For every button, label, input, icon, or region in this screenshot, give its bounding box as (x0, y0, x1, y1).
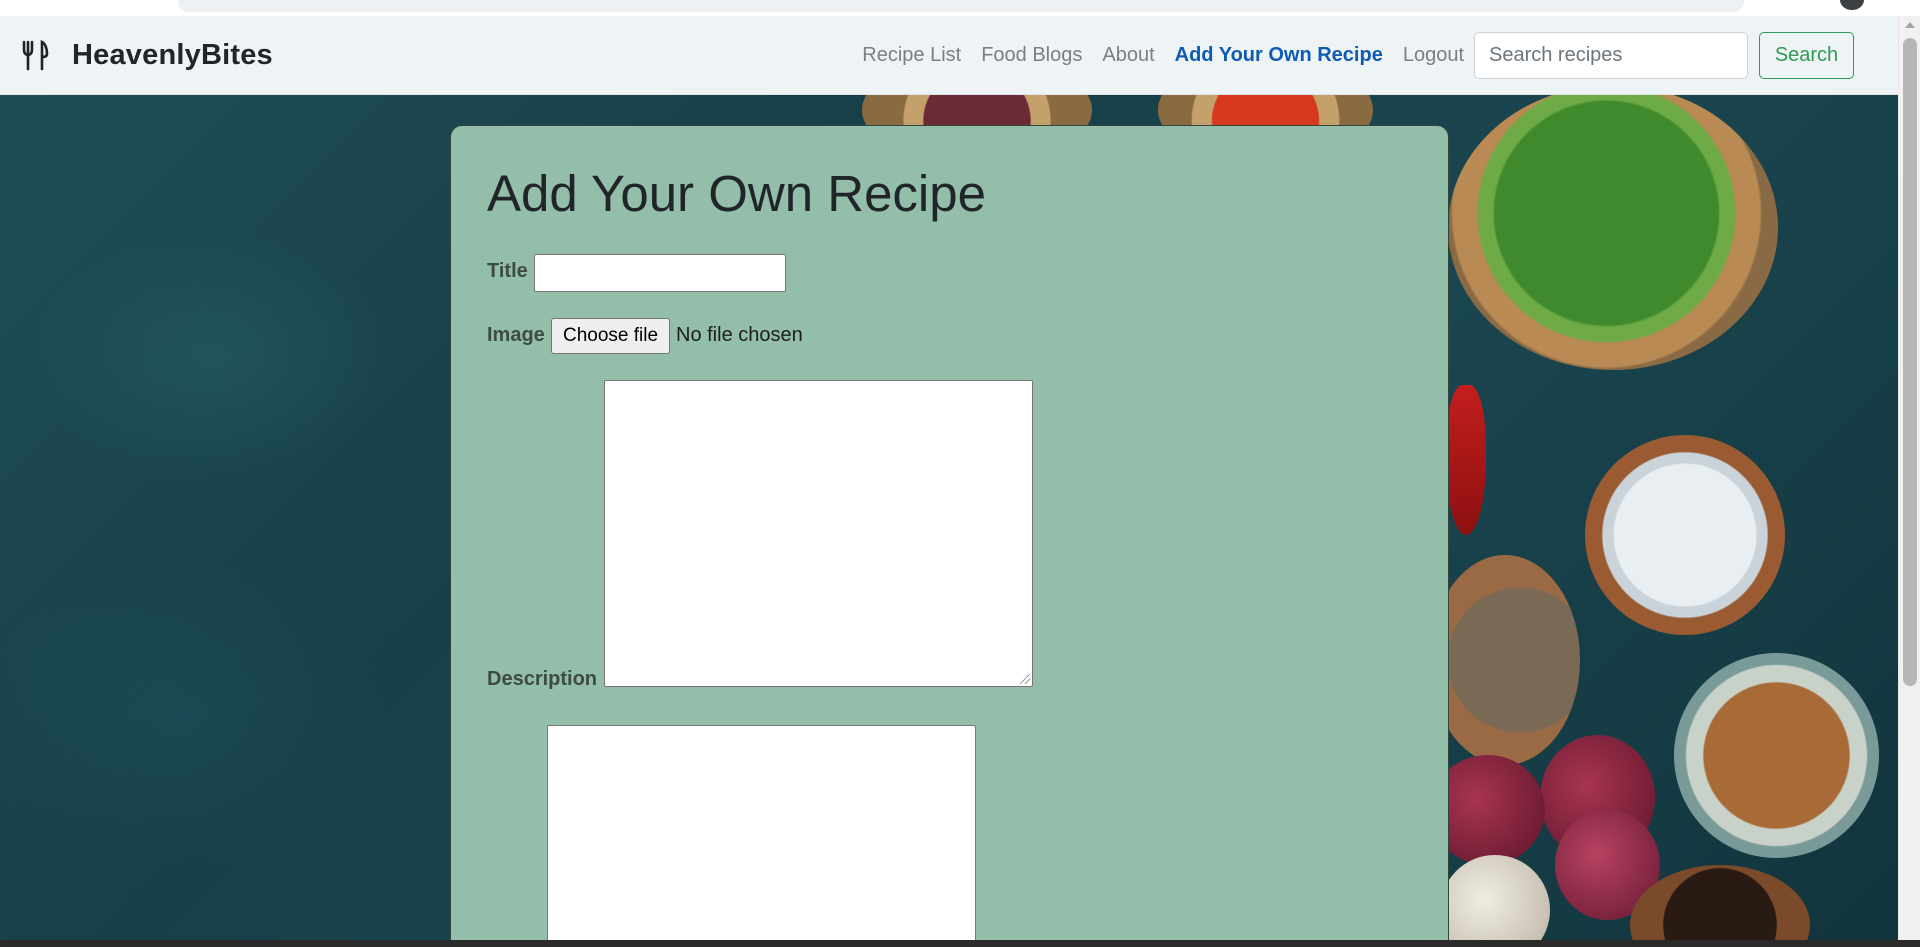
search-button[interactable]: Search (1759, 31, 1854, 79)
browser-profile-icon[interactable] (1840, 0, 1864, 10)
garlic (1440, 855, 1550, 940)
nav-link-about[interactable]: About (1102, 44, 1154, 67)
red-pepper (1446, 385, 1486, 535)
scroll-up-arrow-icon[interactable] (1905, 22, 1915, 28)
nav-link-logout[interactable]: Logout (1403, 44, 1464, 67)
black-pepper-bowl (1430, 555, 1580, 765)
browser-toolbar-strip (0, 0, 1920, 16)
scroll-thumb[interactable] (1903, 38, 1917, 686)
page-title: Add Your Own Recipe (487, 165, 986, 222)
browser-address-bar[interactable] (178, 0, 1744, 12)
navbar: HeavenlyBites Recipe List Food Blogs Abo… (0, 16, 1898, 95)
spice-bowl (1674, 653, 1879, 858)
description-textarea[interactable] (604, 380, 1033, 687)
description-label: Description (487, 668, 598, 690)
nav-links: Recipe List Food Blogs About Add Your Ow… (862, 31, 1898, 79)
nav-link-add-recipe[interactable]: Add Your Own Recipe (1175, 44, 1383, 67)
ingredients-textarea[interactable] (547, 725, 976, 947)
salt-bowl (1585, 435, 1785, 635)
image-label: Image (487, 324, 545, 346)
nav-link-recipe-list[interactable]: Recipe List (862, 44, 961, 67)
page-scrollbar[interactable] (1898, 16, 1920, 940)
add-recipe-form: Add Your Own Recipe Title Image Choose f… (450, 125, 1449, 947)
brand[interactable]: HeavenlyBites (18, 38, 273, 72)
fork-knife-icon (18, 38, 52, 72)
title-label: Title (487, 260, 528, 282)
search-input[interactable] (1474, 31, 1748, 79)
brand-name: HeavenlyBites (72, 38, 273, 71)
resize-grip-icon[interactable] (1020, 674, 1030, 684)
no-file-chosen-text: No file chosen (676, 324, 803, 346)
window-bottom-edge (0, 940, 1920, 947)
nav-link-food-blogs[interactable]: Food Blogs (981, 44, 1082, 67)
title-input[interactable] (534, 254, 786, 292)
choose-file-button[interactable]: Choose file (551, 318, 670, 354)
herbs-bowl (1448, 95, 1778, 370)
